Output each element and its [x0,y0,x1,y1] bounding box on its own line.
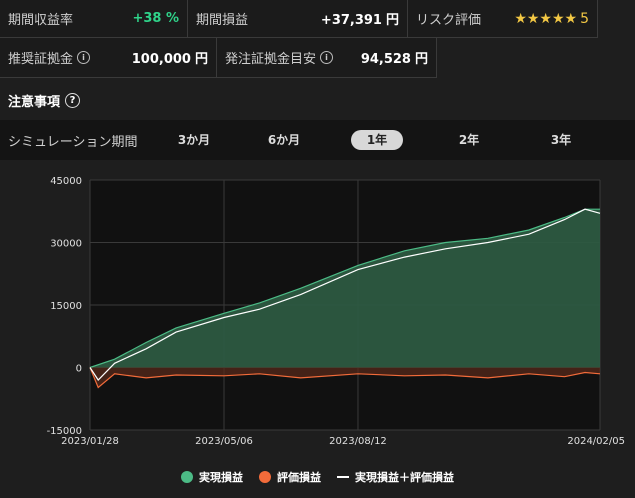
stat-period-pnl: 期間損益 +37,391 円 [188,0,408,38]
notice-link[interactable]: 注意事項 ? [8,90,81,110]
period-label: シミュレーション期間 [8,134,138,150]
legend-unrealized[interactable]: 評価損益 [259,469,321,485]
period-pnl-label: 期間損益 [196,13,249,28]
legend-unrealized-dot-icon [259,471,271,483]
legend-total[interactable]: 実現損益＋評価損益 [337,469,454,485]
legend-realized-label: 実現損益 [199,471,243,484]
period-pnl-value: +37,391 [320,13,382,28]
legend-realized[interactable]: 実現損益 [181,469,243,485]
order-margin-value: 94,528 [360,52,411,67]
order-margin-unit: 円 [414,52,428,67]
x-tick-label: 2024/02/05 [567,436,625,447]
x-tick-label: 2023/05/06 [195,436,253,447]
risk-value: 5 [580,10,589,27]
legend-total-label: 実現損益＋評価損益 [355,471,454,484]
y-tick-label: 0 [76,364,82,375]
y-tick-label: 15000 [50,301,82,312]
stat-recommended-margin: 推奨証拠金 i 100,000 円 [0,38,217,78]
tab-1-year[interactable]: 1年 [351,130,403,150]
period-return-label: 期間収益率 [8,13,74,28]
tab-3-months[interactable]: 3か月 [168,130,220,150]
period-selector: シミュレーション期間 3か月 6か月 1年 2年 3年 [0,120,635,160]
stat-risk: リスク評価 ★★★★★ 5 [408,0,598,38]
x-tick-label: 2023/08/12 [329,436,387,447]
period-return-value: +38 % [132,11,179,26]
tab-6-months[interactable]: 6か月 [258,130,310,150]
recommended-margin-label: 推奨証拠金 [8,52,74,67]
period-pnl-unit: 円 [385,13,399,28]
info-icon[interactable]: i [77,51,91,64]
pnl-chart: -1500001500030000450002023/01/28 2023/05/… [47,176,625,447]
tab-2-years[interactable]: 2年 [443,130,495,150]
chart-legend: 実現損益 評価損益 実現損益＋評価損益 [0,468,635,486]
order-margin-label: 発注証拠金目安 [225,52,317,67]
notice-label: 注意事項 [8,94,61,110]
legend-unrealized-label: 評価損益 [277,471,321,484]
x-tick-label: 2023/01/28 [61,436,119,447]
risk-stars-icon: ★★★★★ [514,10,578,27]
y-tick-label: 45000 [50,176,82,187]
stat-period-return: 期間収益率 +38 % [0,0,188,38]
info-icon[interactable]: i [320,51,334,64]
recommended-margin-value: 100,000 [131,52,191,67]
y-tick-label: 30000 [50,239,82,250]
help-icon[interactable]: ? [65,92,81,108]
risk-label: リスク評価 [416,13,482,28]
stat-order-margin: 発注証拠金目安 i 94,528 円 [217,38,437,78]
legend-realized-dot-icon [181,471,193,483]
legend-total-line-icon [337,476,349,478]
recommended-margin-unit: 円 [194,52,208,67]
tab-3-years[interactable]: 3年 [535,130,587,150]
